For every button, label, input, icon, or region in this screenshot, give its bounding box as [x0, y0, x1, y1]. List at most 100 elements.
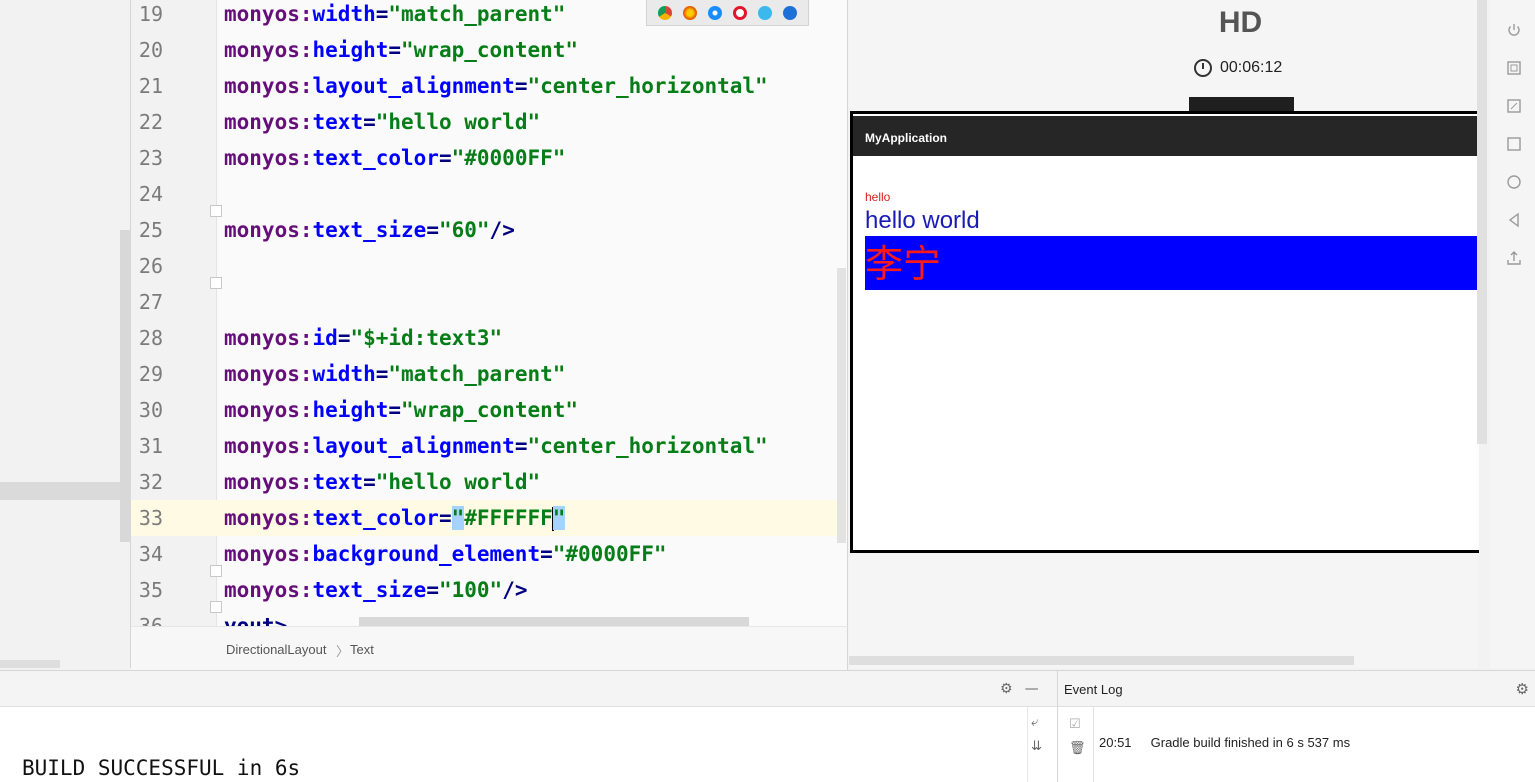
code-token: "match_parent" — [388, 2, 566, 26]
code-line[interactable]: 20 monyos:height="wrap_content" — [131, 32, 847, 68]
fold-marker[interactable] — [210, 277, 222, 289]
build-output: BUILD SUCCESSFUL in 6s — [22, 756, 301, 780]
code-token: = — [426, 218, 439, 242]
code-line[interactable]: 34 monyos:background_element="#0000FF" — [131, 536, 847, 572]
code-text: monyos:text_color="#0000FF" — [224, 140, 565, 176]
code-line[interactable]: 33 monyos:text_color="#FFFFFF" — [131, 500, 847, 536]
code-token: "#0000FF" — [552, 542, 667, 566]
code-token: monyos: — [224, 38, 313, 62]
ie-icon[interactable] — [782, 5, 797, 20]
code-token: text_size — [312, 218, 427, 242]
gear-icon[interactable]: ⚙ — [1000, 681, 1013, 697]
line-number: 24 — [138, 182, 163, 206]
preview-hscrollbar[interactable] — [849, 656, 1354, 665]
edge-icon[interactable] — [757, 5, 772, 20]
editor-hscrollbar[interactable] — [359, 617, 749, 626]
code-token: layout_alignment — [312, 434, 515, 458]
fold-marker[interactable] — [210, 565, 222, 577]
code-line[interactable]: 28 monyos:id="$+id:text3" — [131, 320, 847, 356]
safari-icon[interactable] — [708, 5, 723, 20]
line-number: 27 — [138, 290, 163, 314]
code-token: = — [388, 38, 402, 62]
code-token: "hello world" — [375, 470, 541, 494]
code-token: "center_horizontal" — [527, 434, 768, 458]
event-log-side-toolbar: ☑ 🗑 — [1058, 707, 1094, 782]
code-line[interactable]: 23 monyos:text_color="#0000FF" — [131, 140, 847, 176]
preview-text3: 李宁 — [865, 242, 942, 286]
project-hscrollbar[interactable] — [0, 660, 60, 668]
home-icon[interactable] — [1506, 174, 1522, 190]
power-icon[interactable] — [1506, 22, 1522, 38]
fold-marker[interactable] — [210, 601, 222, 613]
mark-read-icon[interactable]: ☑ — [1069, 717, 1081, 732]
code-token: "center_horizontal" — [527, 74, 768, 98]
code-token: monyos: — [224, 542, 313, 566]
code-editor[interactable]: 19 monyos:width="match_parent" 20 monyos:he… — [131, 0, 848, 626]
code-token: monyos: — [224, 398, 313, 422]
opera-icon[interactable] — [732, 5, 747, 20]
code-token: text_size — [312, 578, 427, 602]
code-text: monyos:text_size="60"/> — [224, 212, 515, 248]
code-token: " — [451, 506, 465, 530]
breadcrumb-item-text[interactable]: Text — [350, 642, 374, 657]
rotate-icon[interactable] — [1506, 98, 1522, 114]
code-text: monyos:width="match_parent" — [224, 356, 565, 392]
code-token: #FFFFFF — [464, 506, 553, 530]
editor-vscrollbar[interactable] — [837, 268, 846, 543]
code-text: monyos:text_color="#FFFFFF" — [224, 500, 566, 536]
breadcrumb-separator: 〉 — [336, 644, 350, 659]
square-icon[interactable] — [1506, 136, 1522, 152]
build-side-toolbar: ⤶ ⇊ — [1027, 707, 1057, 782]
code-token: "$+id:text3" — [350, 326, 503, 350]
code-line[interactable]: 21 monyos:layout_alignment="center_horizo… — [131, 68, 847, 104]
code-token: monyos: — [224, 146, 313, 170]
code-line[interactable]: 26 — [131, 248, 847, 284]
code-token: height — [312, 38, 389, 62]
minimize-icon[interactable]: — — [1025, 681, 1039, 697]
back-icon[interactable] — [1506, 212, 1522, 228]
code-line[interactable]: 30 monyos:height="wrap_content" — [131, 392, 847, 428]
breadcrumb-item-directionallayout[interactable]: DirectionalLayout — [226, 642, 326, 657]
code-line[interactable]: 25 monyos:text_size="60"/> — [131, 212, 847, 248]
build-panel-header: ⚙ — — [0, 671, 1057, 707]
code-line[interactable]: 32 monyos:text="hello world" — [131, 464, 847, 500]
timer: 00:06:12 — [1194, 59, 1282, 77]
line-number: 34 — [138, 542, 163, 566]
volume-icon[interactable] — [1506, 60, 1522, 76]
code-text: monyos:text="hello world" — [224, 104, 540, 140]
preview-vscrollbar[interactable] — [1477, 0, 1487, 444]
code-token: = — [540, 542, 553, 566]
fold-marker[interactable] — [210, 205, 222, 217]
event-message: Gradle build finished in 6 s 537 ms — [1150, 735, 1351, 750]
code-line[interactable]: 22 monyos:text="hello world" — [131, 104, 847, 140]
code-token: monyos: — [224, 578, 313, 602]
code-line[interactable]: 35 monyos:text_size="100"/> — [131, 572, 847, 608]
project-row-highlight[interactable] — [0, 482, 131, 500]
gear-icon[interactable]: ⚙ — [1516, 680, 1529, 698]
firefox-icon[interactable] — [683, 5, 698, 20]
project-scrollbar[interactable] — [120, 230, 130, 542]
previewer-panel: HD 00:06:12 MyApplication hello hello wo… — [849, 0, 1479, 668]
code-token: "100" — [438, 578, 503, 602]
code-token: text — [312, 470, 364, 494]
code-line[interactable]: 27 — [131, 284, 847, 320]
soft-wrap-icon[interactable]: ⤶ — [1031, 715, 1038, 730]
code-token: = — [388, 398, 402, 422]
line-number: 22 — [138, 110, 163, 134]
line-number: 26 — [138, 254, 163, 278]
code-token: monyos: — [224, 218, 313, 242]
quality-label[interactable]: HD — [849, 6, 1535, 40]
code-line[interactable]: 29 monyos:width="match_parent" — [131, 356, 847, 392]
code-token: = — [438, 146, 452, 170]
code-line[interactable]: 31 monyos:layout_alignment="center_horizo… — [131, 428, 847, 464]
scroll-to-end-icon[interactable]: ⇊ — [1031, 739, 1042, 754]
chrome-icon[interactable] — [658, 5, 673, 20]
project-panel-strip — [0, 0, 131, 668]
line-number: 36 — [138, 614, 163, 626]
share-icon[interactable] — [1506, 250, 1522, 266]
device-notch — [1189, 97, 1294, 111]
trash-icon[interactable]: 🗑 — [1069, 741, 1086, 756]
preview-text-hello: hello — [865, 190, 891, 204]
code-text: monyos:layout_alignment="center_horizont… — [224, 428, 768, 464]
code-line[interactable]: 24 — [131, 176, 847, 212]
